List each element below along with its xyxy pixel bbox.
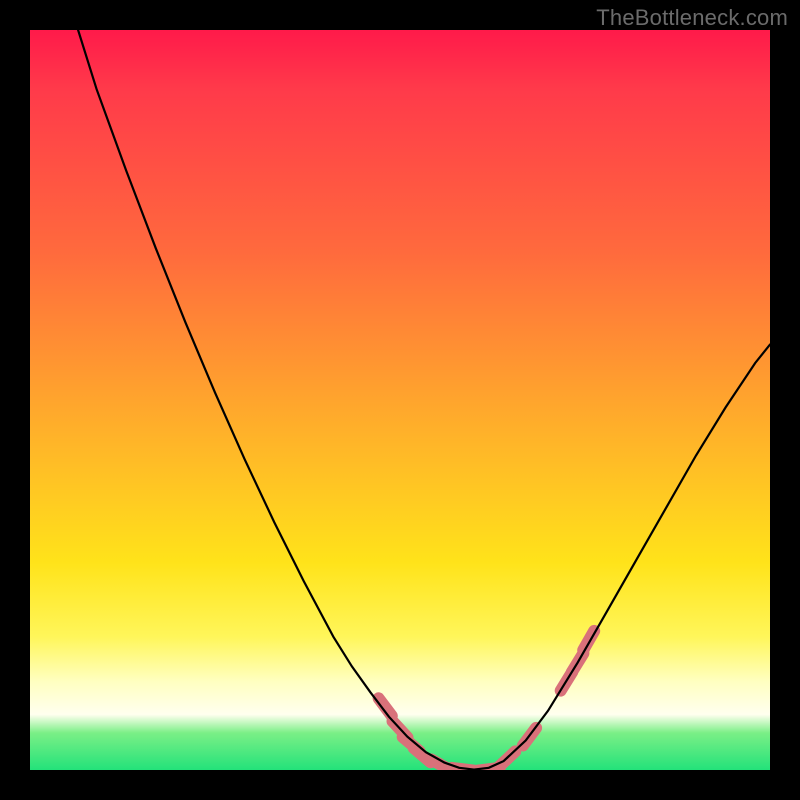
attribution-text: TheBottleneck.com <box>596 5 788 31</box>
curve-marker <box>583 631 594 650</box>
chart-frame: TheBottleneck.com <box>0 0 800 800</box>
bottleneck-curve <box>30 30 770 770</box>
plot-area <box>30 30 770 770</box>
